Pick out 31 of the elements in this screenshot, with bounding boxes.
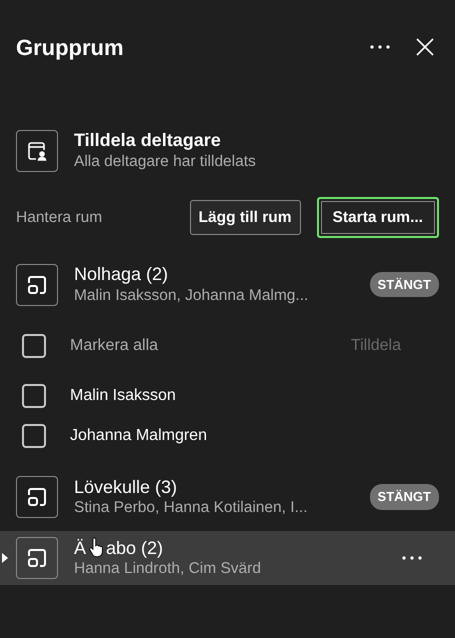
assign-participants-icon[interactable]	[16, 130, 58, 172]
room-name: Nolhaga (2)	[74, 263, 170, 286]
room-icon	[16, 536, 58, 579]
room-action-button[interactable]: Starta rum...	[316, 197, 439, 238]
participant-name: Johanna Malmgren	[70, 426, 207, 446]
room-row[interactable]: Nolhaga (2) Malin Isaksson, Johanna Malmg... STÄNGT	[0, 257, 455, 312]
room-row[interactable]: Ä abo (2) Hanna Lindroth, Cim Svärd	[0, 530, 455, 586]
more-options-button[interactable]	[401, 554, 423, 561]
more-options-button[interactable]	[369, 44, 391, 50]
room-icon	[16, 264, 58, 306]
room-action-button[interactable]: Lägg till rum	[190, 200, 301, 236]
manage-rooms-label: Hantera rum	[16, 208, 102, 228]
room-members: Hanna Lindroth, Cim Svärd	[74, 559, 261, 580]
participant-name: Malin Isaksson	[70, 386, 176, 406]
participant-checkbox[interactable]	[22, 384, 46, 408]
room-members: Malin Isaksson, Johanna Malmg...	[74, 286, 308, 306]
close-button[interactable]	[415, 37, 435, 57]
room-name: Lövekulle (3)	[74, 476, 178, 498]
room-icon	[16, 476, 58, 518]
room-row[interactable]: Lövekulle (3) Stina Perbo, Hanna Kotilainen, I... STÄNGT	[0, 470, 455, 525]
room-name: abo (2)	[106, 536, 164, 560]
room-status-badge: STÄNGT	[370, 272, 439, 298]
room-members: Stina Perbo, Hanna Kotilainen, I...	[74, 498, 308, 518]
select-all-label: Markera alla	[70, 336, 158, 356]
assign-subtitle: Alla deltagare har tilldelats	[74, 152, 256, 172]
assign-title: Tilldela deltagare	[74, 130, 222, 152]
room-name: Ä	[74, 536, 86, 560]
participant-checkbox[interactable]	[22, 424, 46, 448]
hand-cursor-icon	[89, 536, 106, 559]
panel-title: Grupprum	[16, 34, 124, 62]
room-status-badge: STÄNGT	[370, 484, 439, 510]
